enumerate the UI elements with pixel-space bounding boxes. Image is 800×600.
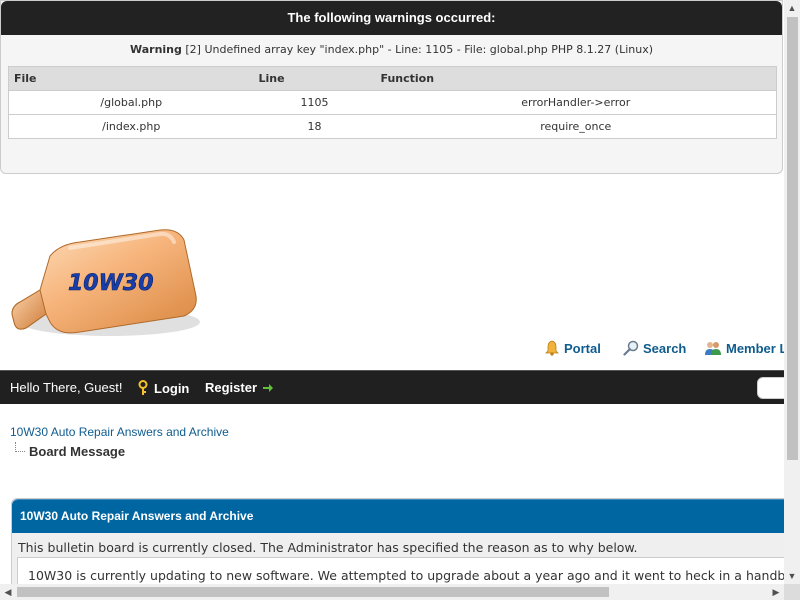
warning-label: Warning [129,43,182,56]
vertical-scroll-thumb[interactable] [787,17,798,460]
portal-label: Portal [564,340,601,356]
register-label: Register [205,380,258,395]
warning-text: Undefined array key "index.php" - Line: … [204,43,654,56]
breadcrumb-tree-line [15,442,25,452]
vertical-scrollbar[interactable]: ▲ ▼ [784,0,800,584]
site-logo[interactable]: 10W30 [10,222,200,348]
horizontal-scroll-thumb[interactable] [17,587,609,597]
cell-line: 1105 [253,90,376,115]
logo-text: 10W30 [68,271,154,296]
key-icon [138,380,148,395]
member-list-label: Member L [726,340,788,356]
bell-icon [545,340,559,356]
login-label: Login [154,380,190,396]
magnifier-icon [623,340,639,356]
scroll-left-icon[interactable]: ◀ [0,584,16,600]
scroll-up-icon[interactable]: ▲ [784,0,800,16]
warnings-box: The following warnings occurred: Warning… [0,0,783,174]
cell-function: require_once [375,114,777,139]
warnings-title: The following warnings occurred: [1,1,782,35]
member-list-link[interactable]: Member L [704,340,787,356]
cell-file: /global.php [8,90,254,115]
scroll-down-icon[interactable]: ▼ [784,568,800,584]
search-link[interactable]: Search [623,340,686,356]
scrollbar-corner [784,584,800,600]
table-row: /index.php 18 require_once [8,114,777,139]
search-label: Search [643,340,687,356]
column-header-file: File [8,66,254,91]
column-header-function: Function [375,66,777,91]
breadcrumb-current: Board Message [29,444,126,459]
horizontal-scrollbar[interactable]: ◀ ▶ [0,584,784,600]
register-link[interactable]: Register [205,380,274,395]
header-bar: Hello There, Guest! Login Register [0,370,797,404]
breadcrumb-home-link[interactable]: 10W30 Auto Repair Answers and Archive [10,425,229,439]
table-row: /global.php 1105 errorHandler->error [8,90,777,115]
board-message-panel: 10W30 Auto Repair Answers and Archive Th… [11,498,791,588]
warning-code: [2] [185,43,201,56]
arrow-right-icon [263,383,274,392]
top-links: Portal Search Member L [544,340,800,360]
warning-message: Warning [2] Undefined array key "index.p… [1,43,782,56]
cell-file: /index.php [8,114,254,139]
closed-notice: This bulletin board is currently closed.… [18,540,638,555]
warnings-table-header: File Line Function [8,66,777,91]
scroll-right-icon[interactable]: ▶ [768,584,784,600]
breadcrumb: 10W30 Auto Repair Answers and Archive Bo… [10,425,229,459]
panel-title: 10W30 Auto Repair Answers and Archive [12,499,790,533]
guest-greeting: Hello There, Guest! [10,380,123,395]
cell-function: errorHandler->error [375,90,777,115]
login-link[interactable]: Login [137,380,189,396]
warnings-table: File Line Function /global.php 1105 erro… [8,66,777,139]
cell-line: 18 [253,114,376,139]
oil-can-logo-icon: 10W30 [11,229,200,336]
members-icon [705,342,721,355]
column-header-line: Line [253,66,376,91]
portal-link[interactable]: Portal [544,340,601,356]
